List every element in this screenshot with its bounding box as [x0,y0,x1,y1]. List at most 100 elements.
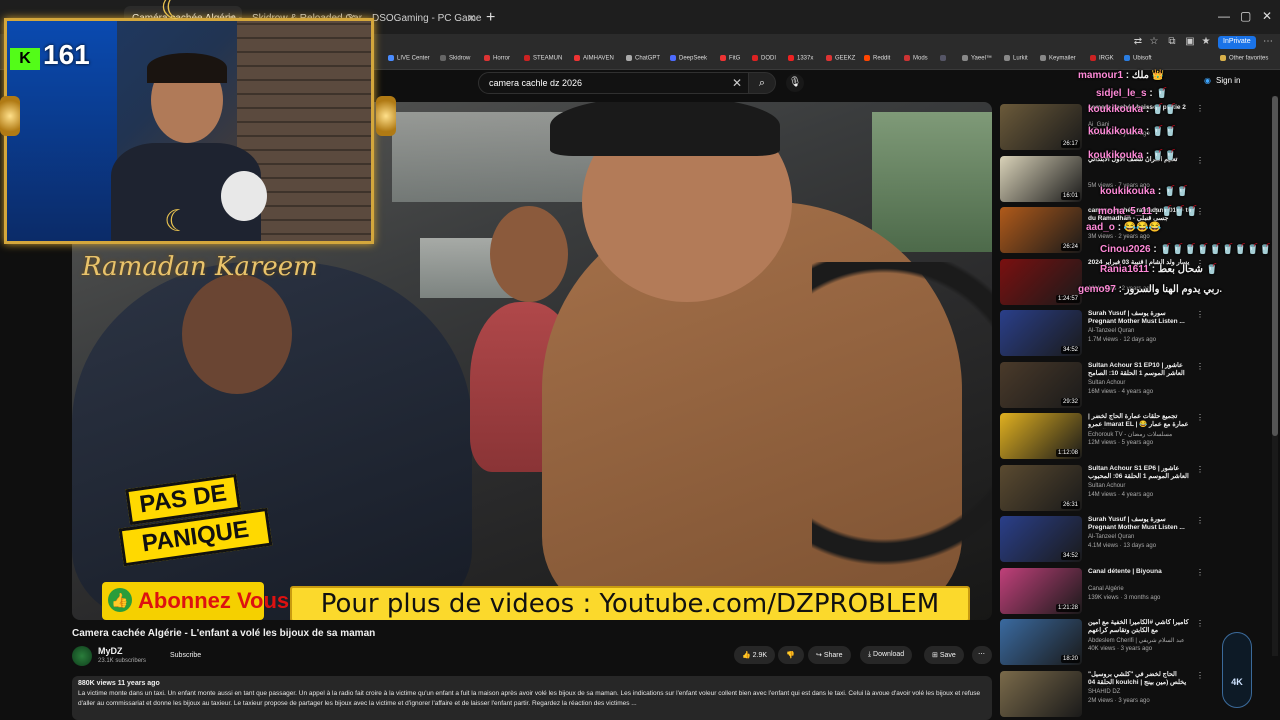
video-thumbnail[interactable]: 16:01 [1000,155,1082,202]
recommendation-item[interactable]: 34:52 Surah Yusuf | سورة يوسف Pregnant Mo… [1000,310,1216,356]
fav-item[interactable]: Keymailer [1040,55,1076,62]
chat-text: : 😂😂😂 [1117,222,1162,233]
more-actions-button[interactable]: ⋯ [972,646,992,664]
fav-item[interactable]: STEAMUN [524,55,562,62]
minimize-icon[interactable]: — [1218,9,1230,23]
search-button[interactable]: ⌕ [748,72,776,94]
fav-item[interactable]: Skidrow [440,55,470,62]
chat-username[interactable]: Cinou2026 [1100,244,1151,255]
video-thumbnail[interactable]: 29:32 [1000,361,1082,408]
chat-text: : ربي يدوم الهنا والسرور. [1118,284,1223,295]
fav-item[interactable]: Horror [484,55,510,62]
fav-item[interactable]: GEEKZ [826,55,855,62]
video-thumbnail[interactable]: 26:17 [1000,104,1082,150]
fav-item[interactable]: Ubisoft [1124,55,1152,62]
video-thumbnail[interactable]: 34:52 [1000,310,1082,356]
tab-label: DSOGaming - PC Games News, S [372,13,482,24]
dislike-button[interactable]: 👎 [778,646,804,664]
video-thumbnail[interactable]: 34:52 [1000,516,1082,562]
video-thumbnail[interactable]: 26:31 [1000,464,1082,511]
reader-icon[interactable]: ⇄ [1132,36,1144,48]
more-icon[interactable]: ⋮ [1196,104,1204,113]
recommendation-item[interactable]: 1:12:08 تجميع حلقات عمارة الحاج لخضر | عم… [1000,413,1216,459]
video-thumbnail[interactable]: 18:20 [1000,619,1082,665]
fav-item[interactable] [940,55,949,62]
more-icon[interactable]: ⋮ [1196,362,1204,371]
more-icon[interactable]: ⋯ [1262,36,1274,48]
chat-username[interactable]: koukikouka [1088,126,1143,137]
channel-avatar[interactable] [72,646,92,666]
chat-username[interactable]: gemo97 [1078,284,1116,295]
video-url-banner: Pour plus de videos : Youtube.com/DZPROB… [290,586,970,620]
more-icon[interactable]: ⋮ [1196,413,1204,422]
fav-item[interactable]: IRGK [1090,55,1114,62]
chat-text: : ملك 👑 [1125,70,1165,81]
favorites-icon[interactable]: ★ [1200,36,1212,48]
fav-item[interactable]: AIMHAVEN [574,55,614,62]
scrollbar-thumb[interactable] [1272,96,1278,436]
recommendation-item[interactable]: 34:52 Surah Yusuf | سورة يوسف Pregnant Mo… [1000,516,1216,562]
chat-username[interactable]: sidjel_le_s [1096,88,1147,99]
fav-item[interactable]: ChatGPT [626,55,660,62]
description-box[interactable]: 880K views 11 years ago La victime monte… [72,676,992,720]
like-button[interactable]: 👍 2.9K [734,646,776,664]
share-button[interactable]: ↪ Share [808,646,851,664]
chat-username[interactable]: koukikouka [1100,186,1155,197]
recommendation-item[interactable]: 1:21:28 Canal détente | Biyouna Canal Algé… [1000,567,1216,614]
chat-username[interactable]: koukikouka [1088,150,1143,161]
more-icon[interactable]: ⋮ [1196,568,1204,577]
favorite-star-icon[interactable]: ☆ [1148,36,1160,48]
new-tab-button[interactable]: + [486,9,495,27]
fav-item[interactable]: DeepSeek [670,55,707,62]
collections-icon[interactable]: ▣ [1184,36,1196,48]
extensions-icon[interactable]: ⧉ [1166,36,1178,48]
fav-item[interactable]: Reddit [864,55,890,62]
chat-username[interactable]: moha_5_11 [1098,206,1152,217]
recommendation-item[interactable]: 26:31 Sultan Achour S1 EP6 | عاشور العاشر… [1000,464,1216,511]
inprivate-badge[interactable]: InPrivate [1218,36,1256,49]
fav-item[interactable]: Yaeel™ [962,55,992,62]
viewer-count: 161 [43,39,90,70]
sign-in-button[interactable]: Sign in [1216,76,1240,85]
clear-search-icon[interactable]: ✕ [732,76,742,90]
recommendation-item[interactable]: 18:20 كاميرا كاشي #الكاميرا الخفية مع أمي… [1000,619,1216,665]
more-icon[interactable]: ⋮ [1196,619,1204,628]
maximize-icon[interactable]: ▢ [1240,9,1251,23]
video-thumbnail[interactable]: 1:12:08 [1000,413,1082,459]
thumbs-up-icon: 👍 [108,588,132,612]
fav-item[interactable]: FitG [720,55,740,62]
rec-channel: Al-Tanzeel Quran [1088,534,1135,540]
more-icon[interactable]: ⋮ [1196,516,1204,525]
chat-username[interactable]: aad_o [1086,222,1115,233]
video-thumbnail[interactable]: 1:24:57 [1000,258,1082,305]
save-button[interactable]: ⊞ Save [924,646,964,664]
more-icon[interactable]: ⋮ [1196,156,1204,165]
video-thumbnail[interactable] [1000,670,1082,717]
abonnez-vous-banner: 👍 Abonnez Vous [102,582,289,620]
more-icon[interactable]: ⋮ [1196,310,1204,319]
chat-username[interactable]: Rania1611 [1100,264,1149,275]
close-window-icon[interactable]: ✕ [1262,9,1272,23]
other-favorites[interactable]: Other favorites [1220,55,1268,62]
fav-item[interactable]: DODI [752,55,776,62]
fav-item[interactable]: Mods [904,55,928,62]
chat-username[interactable]: mamour1 [1078,70,1123,81]
tab-close-icon[interactable]: ✕ [467,12,476,25]
video-thumbnail[interactable]: 1:21:28 [1000,567,1082,614]
fav-item[interactable]: Lurkit [1004,55,1028,62]
more-icon[interactable]: ⋮ [1196,465,1204,474]
download-button[interactable]: ⤓ Download [860,646,913,664]
subscribe-button[interactable]: Subscribe [164,648,207,664]
recommendation-item[interactable]: 29:32 Sultan Achour S1 EP10 | عاشور العاش… [1000,361,1216,408]
chat-username[interactable]: koukikouka [1088,104,1143,115]
channel-name[interactable]: MyDZ [98,646,123,656]
more-icon[interactable]: ⋮ [1196,671,1204,680]
recommendation-item[interactable]: الحاج لخضر في "كلشي بروسيل" الحلقة 04 ko… [1000,670,1216,717]
rec-meta: 1.7M views · 12 days ago [1088,337,1157,343]
fav-item[interactable]: 1337x [788,55,813,62]
video-thumbnail[interactable]: 26:24 [1000,207,1082,253]
fav-item[interactable]: LIVE Center [388,55,430,62]
voice-search-icon[interactable]: 🎙 [786,74,804,92]
search-input[interactable]: camera cachle dz 2026 [478,72,750,94]
tab-dsogaming[interactable]: DSOGaming - PC Games News, S ✕ [364,6,482,32]
